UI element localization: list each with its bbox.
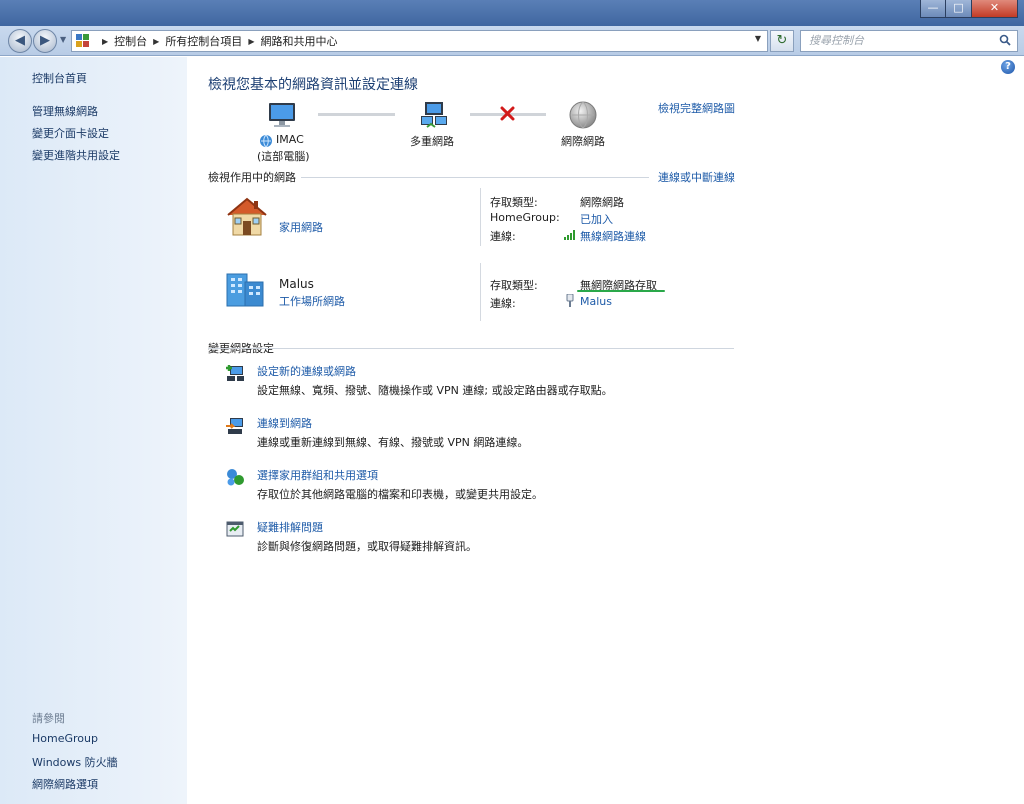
network-globe-small-icon <box>260 134 272 148</box>
see-also-heading: 請參閱 <box>32 712 65 725</box>
connect-network-icon <box>226 418 243 434</box>
back-button[interactable]: ◀ <box>8 29 32 53</box>
navigation-bar: ◀ ▶ ▼ ▶ 控制台 ▶ 所有控制台項目 ▶ 網路和共用中心 ▼ ↻ 搜尋控制… <box>0 26 1024 56</box>
highlight-underline <box>577 290 665 292</box>
homegroup-joined-link[interactable]: 已加入 <box>580 211 613 227</box>
recent-pages-dropdown-icon[interactable]: ▼ <box>60 35 66 44</box>
close-button[interactable]: ✕ <box>972 0 1018 18</box>
network-divider <box>480 188 481 246</box>
task-setup-connection-desc: 設定無線、寬頻、撥號、隨機操作或 VPN 連線; 或設定路由器或存取點。 <box>257 384 613 397</box>
sidebar-item-advanced-sharing[interactable]: 變更進階共用設定 <box>32 147 120 163</box>
window-controls: — □ ✕ <box>920 0 1018 18</box>
active-networks-header: 檢視作用中的網路 <box>208 171 296 184</box>
multiple-networks-label: 多重網路 <box>410 135 454 148</box>
connection-line <box>318 113 395 116</box>
connect-disconnect-link[interactable]: 連線或中斷連線 <box>658 169 735 185</box>
task-troubleshoot-desc: 診斷與修復網路問題，或取得疑難排解資訊。 <box>257 540 477 553</box>
sidebar-item-manage-wireless[interactable]: 管理無線網路 <box>32 103 98 119</box>
access-type-label: 存取類型: <box>490 196 538 209</box>
network-name: Malus <box>279 277 314 291</box>
main-content: ? 檢視您基本的網路資訊並設定連線 檢視完整網路圖 IMAC (這部電腦) 多重… <box>187 57 1024 804</box>
task-setup-connection-link[interactable]: 設定新的連線或網路 <box>257 363 356 379</box>
wifi-signal-icon <box>564 230 575 240</box>
sidebar-item-control-panel-home[interactable]: 控制台首頁 <box>32 70 87 86</box>
address-bar[interactable]: ▶ 控制台 ▶ 所有控制台項目 ▶ 網路和共用中心 ▼ <box>71 30 768 52</box>
task-homegroup-desc: 存取位於其他網路電腦的檔案和印表機，或變更共用設定。 <box>257 488 543 501</box>
sidebar-item-windows-firewall[interactable]: Windows 防火牆 <box>32 754 118 770</box>
computer-subtitle: (這部電腦) <box>257 150 310 163</box>
search-placeholder: 搜尋控制台 <box>809 34 864 47</box>
breadcrumb: ▶ 控制台 ▶ 所有控制台項目 ▶ 網路和共用中心 <box>96 33 337 49</box>
troubleshoot-icon <box>226 521 244 537</box>
maximize-button[interactable]: □ <box>946 0 972 18</box>
control-panel-icon <box>76 34 90 48</box>
refresh-button[interactable]: ↻ <box>770 30 794 52</box>
title-bar: — □ ✕ <box>0 0 1024 26</box>
access-type-label: 存取類型: <box>490 279 538 292</box>
breadcrumb-network-center[interactable]: 網路和共用中心 <box>260 33 337 49</box>
section-divider <box>301 177 649 178</box>
breadcrumb-separator-icon[interactable]: ▶ <box>102 37 108 46</box>
sidebar-item-homegroup[interactable]: HomeGroup <box>32 732 98 745</box>
refresh-icon: ↻ <box>776 33 788 48</box>
network-divider <box>480 263 481 321</box>
search-input[interactable]: 搜尋控制台 <box>800 30 1018 52</box>
minimize-button[interactable]: — <box>920 0 946 18</box>
ethernet-plug-icon <box>566 294 574 307</box>
connection-label: 連線: <box>490 230 516 243</box>
page-title: 檢視您基本的網路資訊並設定連線 <box>208 77 418 93</box>
task-homegroup-link[interactable]: 選擇家用群組和共用選項 <box>257 467 378 483</box>
multiple-networks-icon[interactable] <box>419 100 449 130</box>
breadcrumb-separator-icon[interactable]: ▶ <box>153 37 159 46</box>
internet-label: 網際網路 <box>561 135 605 148</box>
wireless-connection-link[interactable]: 無線網路連線 <box>580 228 646 244</box>
connection-label: 連線: <box>490 297 516 310</box>
homegroup-sharing-icon <box>227 469 244 486</box>
setup-connection-icon <box>226 365 244 381</box>
internet-globe-icon[interactable] <box>568 100 598 130</box>
computer-icon <box>269 103 295 127</box>
network-type-link[interactable]: 家用網路 <box>279 219 323 235</box>
forward-button[interactable]: ▶ <box>33 29 57 53</box>
work-network-icon <box>226 273 264 307</box>
malus-connection-link[interactable]: Malus <box>580 295 612 308</box>
address-dropdown-icon[interactable]: ▼ <box>755 34 761 43</box>
network-type-link[interactable]: 工作場所網路 <box>279 293 345 309</box>
home-network-icon <box>227 197 267 236</box>
sidebar-item-adapter-settings[interactable]: 變更介面卡設定 <box>32 125 109 141</box>
section-divider <box>208 348 734 349</box>
sidebar: 控制台首頁 管理無線網路 變更介面卡設定 變更進階共用設定 請參閱 HomeGr… <box>0 57 187 804</box>
task-troubleshoot-link[interactable]: 疑難排解問題 <box>257 519 323 535</box>
task-connect-network-desc: 連線或重新連線到無線、有線、撥號或 VPN 網路連線。 <box>257 436 529 449</box>
computer-name: IMAC <box>276 133 304 146</box>
breadcrumb-control-panel[interactable]: 控制台 <box>114 33 147 49</box>
search-icon[interactable] <box>999 34 1011 46</box>
sidebar-item-internet-options[interactable]: 網際網路選項 <box>32 776 98 792</box>
view-full-map-link[interactable]: 檢視完整網路圖 <box>658 100 735 116</box>
breadcrumb-separator-icon[interactable]: ▶ <box>248 37 254 46</box>
task-connect-network-link[interactable]: 連線到網路 <box>257 415 312 431</box>
homegroup-label: HomeGroup: <box>490 211 560 224</box>
disconnected-x-icon <box>500 106 515 121</box>
breadcrumb-all-items[interactable]: 所有控制台項目 <box>165 33 242 49</box>
access-type-value: 網際網路 <box>580 196 624 209</box>
help-icon[interactable]: ? <box>1001 60 1015 74</box>
